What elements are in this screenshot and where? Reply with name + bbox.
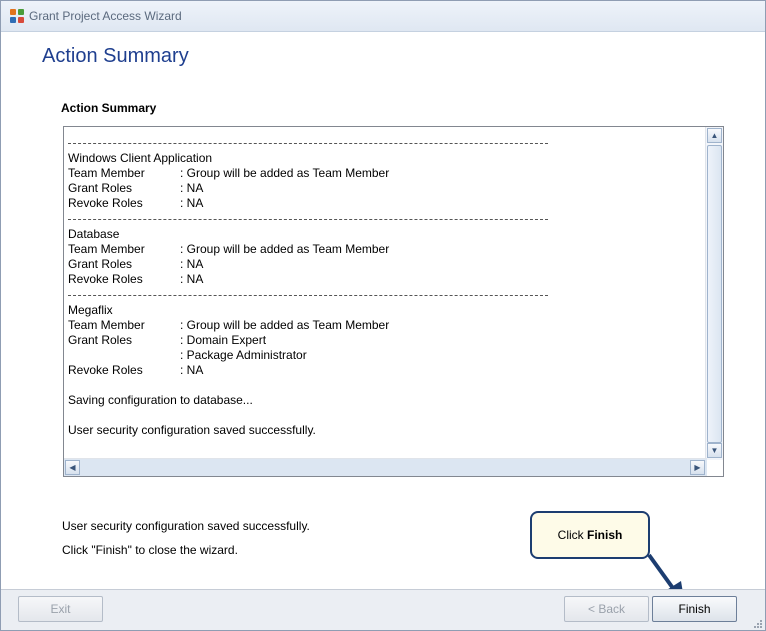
wizard-window: Grant Project Access Wizard Action Summa… [0,0,766,631]
log-row: Grant Roles : Domain Expert [68,333,708,348]
finish-button[interactable]: Finish [652,596,737,622]
summary-textbox[interactable]: Windows Client Application Team Member : … [63,126,724,477]
row-label: Revoke Roles [68,363,143,377]
row-label: Team Member [68,242,145,256]
log-row: : Package Administrator [68,348,708,363]
resize-grip-icon[interactable] [753,619,763,629]
scroll-right-icon[interactable]: ▶ [690,460,705,475]
row-label: Team Member [68,166,145,180]
status-saved-text: User security configuration saved succes… [62,519,310,533]
page-title: Action Summary [42,45,189,67]
log-row: Grant Roles : NA [68,181,708,196]
block-name: Database [68,227,120,241]
window-title: Grant Project Access Wizard [29,9,182,23]
scroll-left-icon[interactable]: ◀ [65,460,80,475]
saving-message: Saving configuration to database... [68,393,253,407]
row-value: : Package Administrator [180,348,307,362]
row-value: : NA [180,363,204,377]
callout-tip: Click Finish [530,511,650,559]
row-value: : NA [180,257,204,271]
log-row: Team Member : Group will be added as Team… [68,166,708,181]
saved-message: User security configuration saved succes… [68,423,316,437]
row-value: : Domain Expert [180,333,267,347]
log-row: Team Member : Group will be added as Team… [68,242,708,257]
app-icon [10,9,24,23]
row-label: Team Member [68,318,145,332]
horizontal-scrollbar[interactable]: ◀ ▶ [64,458,707,476]
callout-prefix: Click [557,528,587,542]
row-label: Grant Roles [68,181,133,195]
separator [68,211,548,220]
callout-bold: Finish [587,528,623,542]
log-row: Revoke Roles : NA [68,196,708,211]
log-row: Revoke Roles : NA [68,272,708,287]
row-label: Revoke Roles [68,272,143,286]
scroll-up-icon[interactable]: ▲ [707,128,722,143]
scroll-down-icon[interactable]: ▼ [707,443,722,458]
exit-button[interactable]: Exit [18,596,103,622]
log-row: Team Member : Group will be added as Team… [68,318,708,333]
row-label: Grant Roles [68,257,133,271]
row-value: : Group will be added as Team Member [180,166,390,180]
log-row: Grant Roles : NA [68,257,708,272]
button-bar: Exit < Back Finish [1,589,765,630]
row-value: : Group will be added as Team Member [180,318,390,332]
vertical-scroll-thumb[interactable] [707,145,722,443]
status-instruction-text: Click "Finish" to close the wizard. [62,543,238,557]
row-label: Revoke Roles [68,196,143,210]
row-value: : NA [180,196,204,210]
vertical-scrollbar[interactable]: ▲ ▼ [705,127,723,460]
row-label: Grant Roles [68,333,133,347]
log-row: Revoke Roles : NA [68,363,708,378]
title-bar: Grant Project Access Wizard [1,1,765,32]
summary-log: Windows Client Application Team Member : … [68,135,708,461]
section-label: Action Summary [61,101,157,115]
row-value: : Group will be added as Team Member [180,242,390,256]
block-name: Megaflix [68,303,113,317]
row-value: : NA [180,181,204,195]
back-button[interactable]: < Back [564,596,649,622]
row-value: : NA [180,272,204,286]
separator [68,287,548,296]
separator [68,135,548,144]
block-name: Windows Client Application [68,151,213,165]
